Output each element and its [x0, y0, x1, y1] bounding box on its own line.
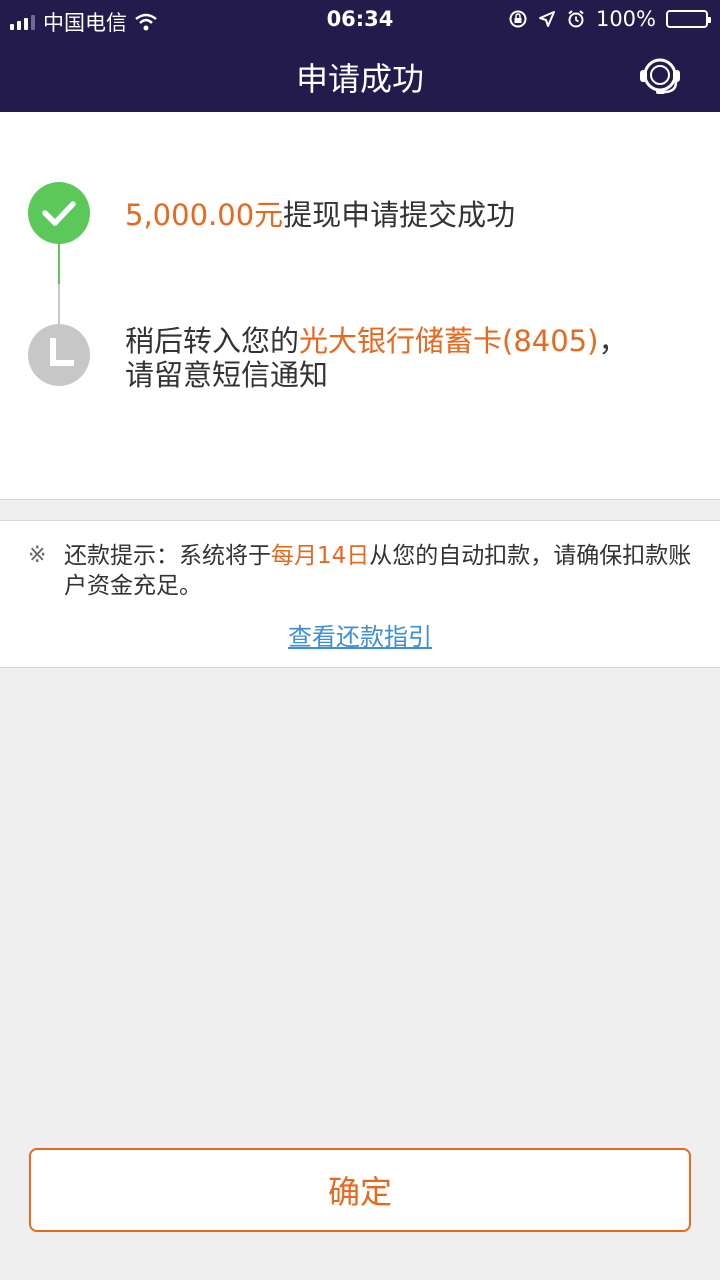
clock-icon	[28, 324, 90, 386]
status-card: 5,000.00元提现申请提交成功 稍后转入您的光大银行储蓄卡(8405)， 请…	[0, 112, 720, 500]
notice-label: 还款提示：系统将于	[64, 543, 271, 569]
step-transfer-text: 稍后转入您的光大银行储蓄卡(8405)， 请留意短信通知	[125, 324, 627, 392]
bank-card-name: 光大银行储蓄卡(8405)	[299, 324, 599, 358]
status-right: 100%	[508, 7, 711, 31]
status-bar: 中国电信 06:34 100%	[0, 0, 720, 40]
page-title: 申请成功	[295, 60, 424, 98]
repayment-notice-card: ※ 还款提示：系统将于每月14日从您的自动扣款，请确保扣款账户资金充足。 查看还…	[0, 520, 720, 668]
transfer-prefix: 稍后转入您的	[125, 324, 300, 358]
step-submitted-label: 提现申请提交成功	[283, 198, 516, 232]
location-icon	[538, 11, 555, 27]
step-transfer-line1: 稍后转入您的光大银行储蓄卡(8405)，	[125, 324, 627, 358]
battery-percent: 100%	[595, 7, 656, 31]
notice-date: 每月14日	[271, 543, 370, 569]
step-transfer-line2: 请留意短信通知	[125, 358, 329, 392]
orientation-lock-icon	[509, 10, 527, 28]
check-circle-icon	[28, 182, 90, 244]
withdraw-amount: 5,000.00元	[125, 198, 284, 232]
battery-icon	[666, 10, 711, 28]
confirm-button[interactable]: 确定	[29, 1148, 691, 1232]
nav-bar: 申请成功	[0, 40, 720, 112]
repayment-guide-link[interactable]: 查看还款指引	[0, 617, 720, 652]
transfer-suffix: ，	[598, 324, 628, 358]
progress-line-pending	[58, 284, 60, 326]
step-submitted-text: 5,000.00元提现申请提交成功	[125, 198, 515, 232]
notice-mark: ※	[28, 543, 47, 568]
progress-line-done	[58, 244, 60, 284]
customer-service-headset-icon[interactable]	[636, 52, 684, 100]
notice-text: 还款提示：系统将于每月14日从您的自动扣款，请确保扣款账户资金充足。	[64, 541, 694, 601]
alarm-icon	[568, 10, 584, 28]
